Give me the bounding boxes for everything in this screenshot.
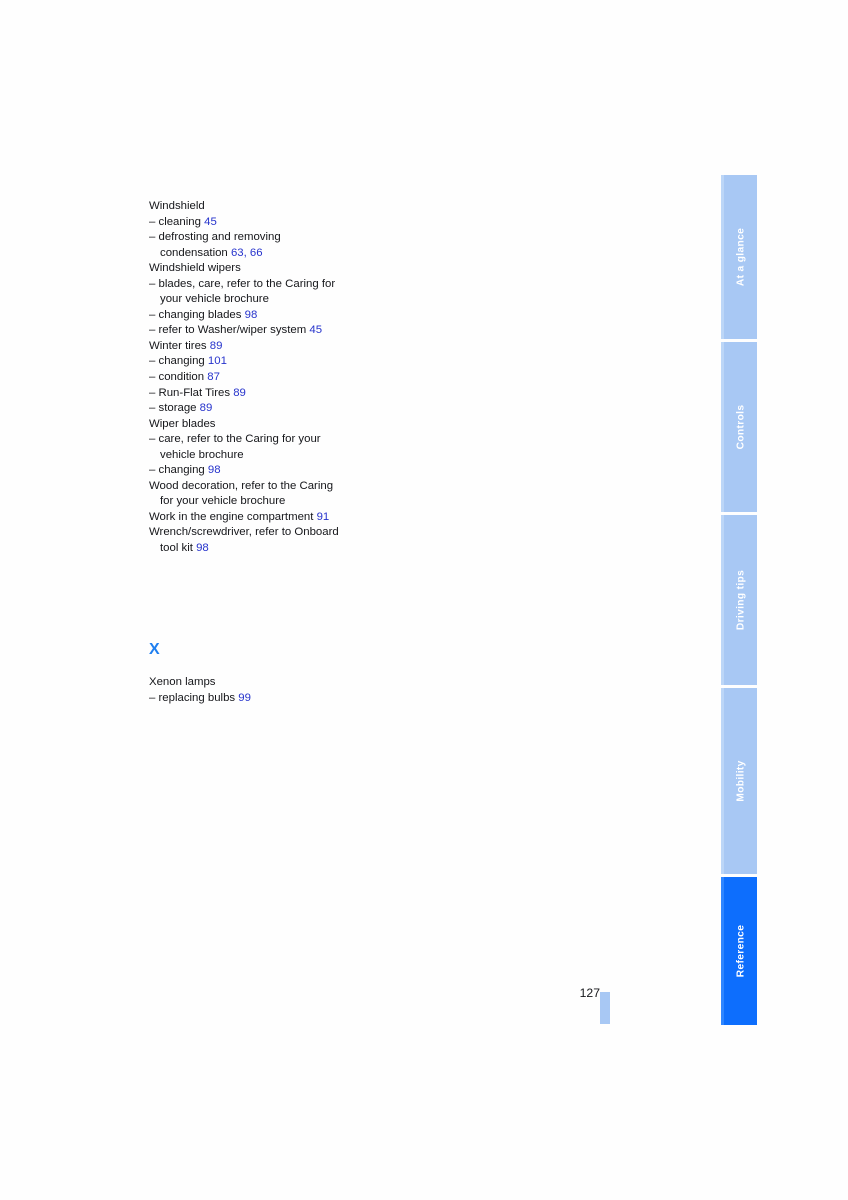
index-page-reference[interactable]: 45 <box>309 324 322 336</box>
page-number: 127 <box>579 986 600 1000</box>
thumb-tab-driving-tips[interactable]: Driving tips <box>721 515 757 685</box>
index-entry-subentry: – cleaning 45 <box>149 215 339 231</box>
index-page-reference[interactable]: 45 <box>204 216 217 228</box>
index-entry-heading: Wiper blades <box>149 417 339 433</box>
index-entry-label: Wood decoration, refer to the Caring for… <box>149 479 334 508</box>
index-page-reference[interactable]: 89 <box>233 387 246 399</box>
thumb-tab-label: Driving tips <box>735 569 746 631</box>
index-entry-label: – refer to Washer/wiper system <box>149 324 310 337</box>
index-entry-label: – changing <box>149 464 208 477</box>
thumb-tab-reference[interactable]: Reference <box>721 877 757 1025</box>
index-entry-label: – care, refer to the Caring for your veh… <box>149 433 321 461</box>
index-entry-label: Wrench/screwdriver, refer to Onboard too… <box>149 526 339 555</box>
index-entry-list-w: Windshield – cleaning 45– defrosting and … <box>149 199 339 557</box>
index-entry-subentry: – care, refer to the Caring for your veh… <box>149 432 339 463</box>
thumb-tab-at-a-glance[interactable]: At a glance <box>721 175 757 339</box>
index-entry-heading: Windshield <box>149 199 339 215</box>
index-entry-label: – changing <box>149 355 208 368</box>
index-entry-label: – cleaning <box>149 215 205 228</box>
index-entry-heading: Wood decoration, refer to the Caring for… <box>149 479 339 510</box>
index-entry-label: Windshield <box>149 200 205 212</box>
index-entry-heading: Work in the engine compartment 91 <box>149 510 339 526</box>
index-page-reference[interactable]: 98 <box>208 464 221 476</box>
index-entry-label: – changing blades <box>149 308 245 321</box>
index-entry-list-x: Xenon lamps – replacing bulbs 99 <box>149 675 339 706</box>
index-entry-label: – replacing bulbs <box>149 691 239 704</box>
thumb-tab-label: Mobility <box>735 760 746 802</box>
index-entry-subentry: – Run-Flat Tires 89 <box>149 386 339 402</box>
index-entry-subentry: – replacing bulbs 99 <box>149 691 339 707</box>
index-entry-label: Windshield wipers <box>149 262 241 275</box>
thumb-tab-label: At a glance <box>735 227 746 287</box>
index-page-reference[interactable]: 99 <box>238 692 251 704</box>
index-entry-subentry: – changing 101 <box>149 354 339 370</box>
index-entry-subentry: – defrosting and removing condensation 6… <box>149 230 339 261</box>
index-entry-label: Xenon lamps <box>149 676 216 688</box>
index-page-reference[interactable]: 98 <box>245 309 258 321</box>
index-entry-heading: Wrench/screwdriver, refer to Onboard too… <box>149 525 339 556</box>
index-entry-label: Winter tires <box>149 339 210 352</box>
index-entry-label: – condition <box>149 371 208 384</box>
index-page-reference[interactable]: 63, 66 <box>231 247 263 259</box>
index-page-reference[interactable]: 89 <box>210 340 223 352</box>
thumb-tab-controls[interactable]: Controls <box>721 342 757 512</box>
index-entry-label: Work in the engine compartment <box>149 510 317 523</box>
index-entry-subentry: – refer to Washer/wiper system 45 <box>149 323 339 339</box>
index-entry-subentry: – blades, care, refer to the Caring for … <box>149 277 339 308</box>
thumb-index-sidebar: At a glance Controls Driving tips Mobility R… <box>721 175 757 1025</box>
index-entry-heading: Xenon lamps <box>149 675 339 691</box>
index-entry-heading: Windshield wipers <box>149 261 339 277</box>
index-entry-subentry: – storage 89 <box>149 401 339 417</box>
thumb-tab-mobility[interactable]: Mobility <box>721 688 757 874</box>
index-entry-heading: Winter tires 89 <box>149 339 339 355</box>
thumb-tab-label: Controls <box>735 404 746 450</box>
index-entry-subentry: – changing 98 <box>149 463 339 479</box>
index-page-reference[interactable]: 98 <box>196 542 209 554</box>
index-entry-subentry: – changing blades 98 <box>149 308 339 324</box>
manual-page: Windshield – cleaning 45– defrosting and … <box>0 0 848 1200</box>
index-entry-label: – blades, care, refer to the Caring for … <box>149 277 336 306</box>
page-number-marker-bar <box>600 992 610 1024</box>
index-entry-subentry: – condition 87 <box>149 370 339 386</box>
index-letter-heading-x: X <box>149 641 160 658</box>
index-page-reference[interactable]: 91 <box>317 511 330 523</box>
index-page-reference[interactable]: 101 <box>208 355 227 367</box>
index-entry-label: – storage <box>149 402 200 415</box>
index-page-reference[interactable]: 87 <box>207 371 220 383</box>
index-page-reference[interactable]: 89 <box>200 402 213 414</box>
index-entry-label: Wiper blades <box>149 417 216 430</box>
thumb-tab-label: Reference <box>735 924 746 978</box>
index-entry-label: – Run-Flat Tires <box>149 386 234 399</box>
